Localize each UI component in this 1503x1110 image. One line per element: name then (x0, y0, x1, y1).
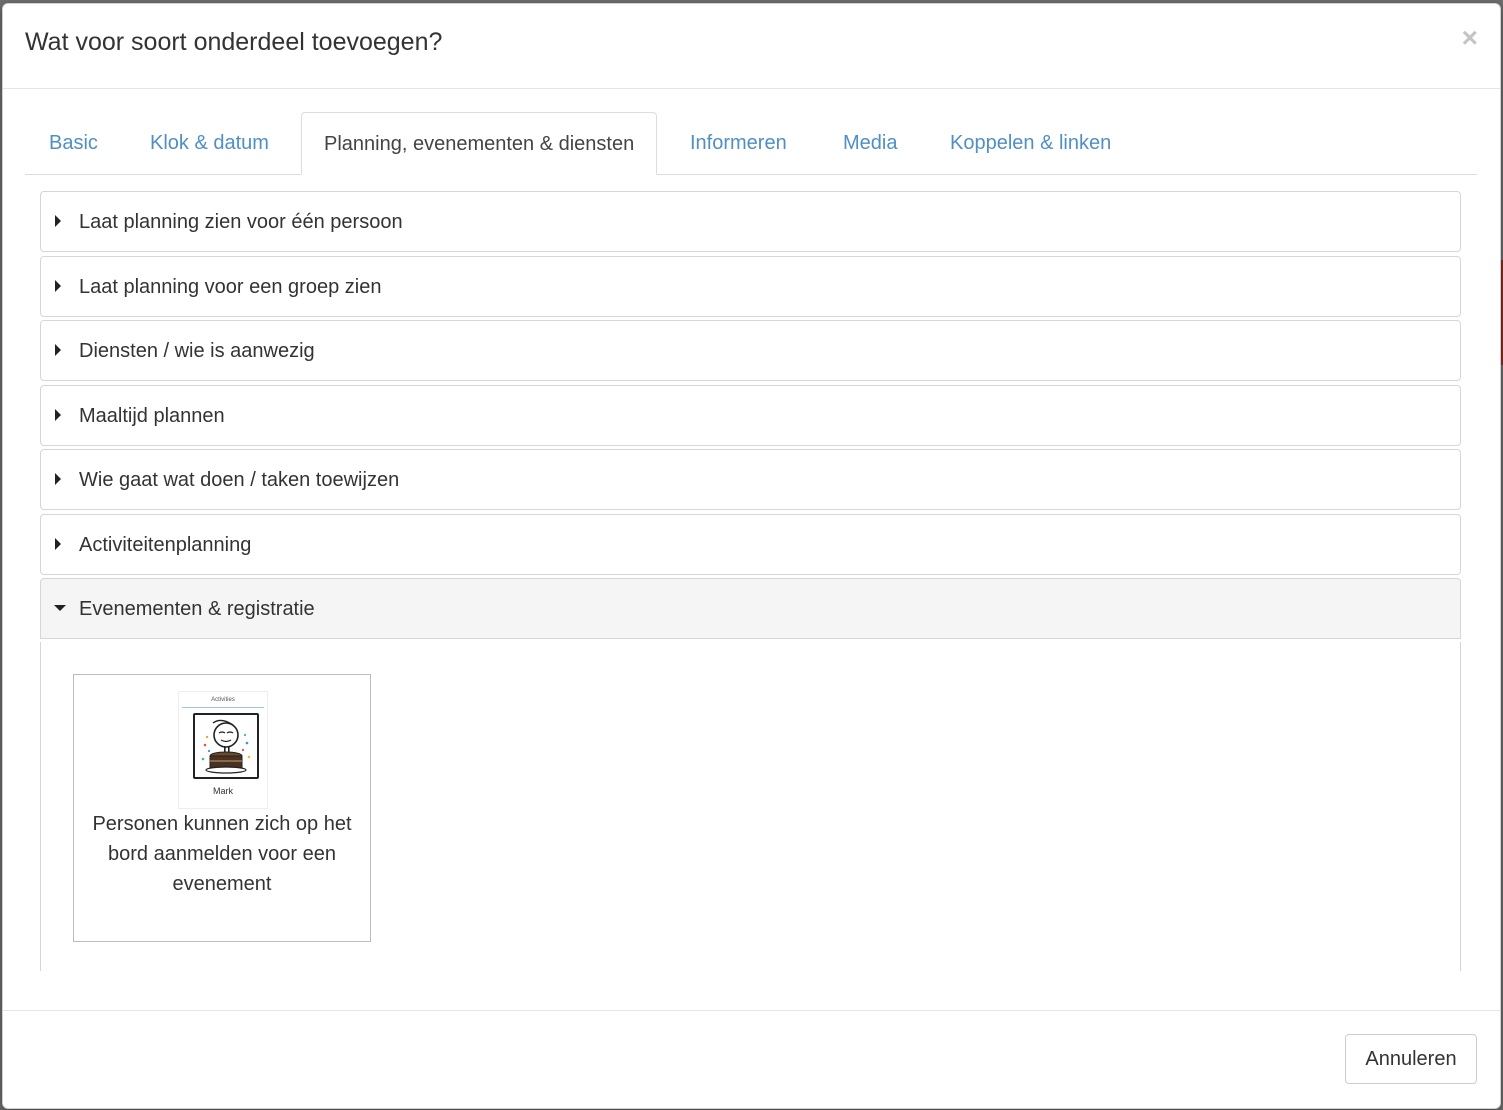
tab-clock-date[interactable]: Klok & datum (150, 112, 269, 173)
accordion-label: Wie gaat wat doen / taken toewijzen (79, 469, 400, 491)
accordion-item-meal-planning[interactable]: Maaltijd plannen (40, 385, 1461, 446)
tab-media[interactable]: Media (843, 112, 897, 173)
tab-connect-link[interactable]: Koppelen & linken (950, 112, 1111, 173)
add-component-dialog: Wat voor soort onderdeel toevoegen? × Ba… (2, 3, 1501, 1109)
caret-right-icon (55, 538, 61, 550)
caret-right-icon (55, 409, 61, 421)
accordion-label: Evenementen & registratie (79, 598, 315, 620)
tab-basic[interactable]: Basic (49, 112, 98, 173)
accordion-item-activity-planning[interactable]: Activiteitenplanning (40, 514, 1461, 575)
tab-planning-events-services[interactable]: Planning, evenementen & diensten (301, 112, 658, 175)
caret-right-icon (55, 280, 61, 292)
thumbnail-title: Activities (211, 697, 235, 703)
caret-right-icon (55, 473, 61, 485)
footer-divider (3, 1010, 1500, 1011)
accordion-panel-events-registration: Activities Mark Personen kunnen zich op … (40, 642, 1461, 971)
accordion-label: Laat planning zien voor één persoon (79, 211, 403, 233)
thumbnail-person-name: Mark (213, 786, 233, 796)
accordion-item-planning-group[interactable]: Laat planning voor een groep zien (40, 256, 1461, 317)
dialog-header: Wat voor soort onderdeel toevoegen? × (3, 4, 1500, 89)
accordion-label: Laat planning voor een groep zien (79, 276, 382, 298)
thumbnail-divider (182, 707, 264, 708)
caret-right-icon (55, 215, 61, 227)
birthday-cake-icon (193, 713, 259, 779)
accordion-label: Diensten / wie is aanwezig (79, 340, 315, 362)
event-registration-card[interactable]: Activities Mark Personen kunnen zich op … (73, 674, 371, 942)
caret-down-icon (54, 605, 66, 611)
category-tabs: Basic Klok & datum Planning, evenementen… (25, 112, 1477, 175)
accordion-item-assign-tasks[interactable]: Wie gaat wat doen / taken toewijzen (40, 449, 1461, 510)
caret-right-icon (55, 344, 61, 356)
accordion-label: Activiteitenplanning (79, 534, 252, 556)
close-icon[interactable]: × (1462, 24, 1478, 52)
accordion-item-events-registration[interactable]: Evenementen & registratie (40, 578, 1461, 639)
tab-inform[interactable]: Informeren (690, 112, 787, 173)
accordion-label: Maaltijd plannen (79, 405, 225, 427)
accordion-item-planning-single-person[interactable]: Laat planning zien voor één persoon (40, 191, 1461, 252)
cancel-button[interactable]: Annuleren (1345, 1034, 1477, 1084)
accordion-item-services-presence[interactable]: Diensten / wie is aanwezig (40, 320, 1461, 381)
dialog-title: Wat voor soort onderdeel toevoegen? (25, 28, 443, 56)
card-description: Personen kunnen zich op het bord aanmeld… (92, 813, 352, 895)
card-thumbnail: Activities Mark (178, 691, 268, 809)
